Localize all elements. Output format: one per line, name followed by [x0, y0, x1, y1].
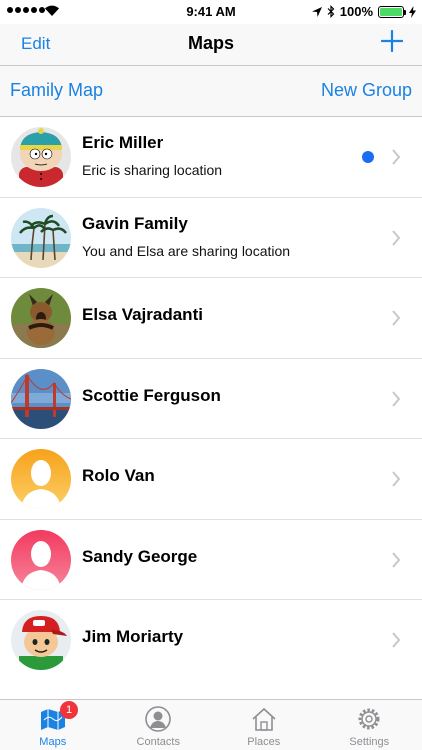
tab-label: Settings [349, 736, 390, 748]
contact-row[interactable]: Sandy George [0, 520, 422, 600]
page-title: Maps [187, 33, 234, 53]
chevron-right-icon [392, 632, 401, 648]
chevron-right-icon [392, 229, 401, 246]
bluetooth-icon [327, 5, 335, 18]
tab-label: Maps [39, 736, 67, 748]
contact-row[interactable]: Scottie Ferguson [0, 359, 422, 439]
tab-contacts[interactable]: Contacts [106, 700, 212, 750]
chevron-right-icon [392, 471, 401, 487]
family-map-button[interactable]: Family Map [10, 80, 103, 101]
tab-settings[interactable]: Settings [317, 700, 422, 750]
contact-name: Rolo Van [82, 466, 155, 485]
add-plus-icon[interactable] [381, 30, 403, 52]
cartoon-avatar [11, 127, 71, 187]
contact-status: Eric is sharing location [82, 162, 223, 178]
navigation-bar: Edit Maps [0, 24, 422, 66]
placeholder-avatar-pink [11, 529, 71, 590]
chevron-right-icon [392, 310, 401, 326]
contact-row[interactable]: Elsa Vajradanti [0, 278, 422, 359]
group-bar: Family Map New Group [0, 66, 422, 117]
tab-label: Contacts [136, 736, 180, 748]
contact-row[interactable]: Gavin Family You and Elsa are sharing lo… [0, 198, 422, 278]
dog-avatar [11, 288, 71, 348]
tab-bar: 1 Maps Contacts Places Settings [0, 699, 422, 750]
location-arrow-icon [311, 6, 322, 17]
contact-row[interactable]: Rolo Van [0, 439, 422, 520]
contact-name: Gavin Family [82, 213, 188, 233]
toy-figure-avatar [11, 610, 71, 670]
contact-name: Scottie Ferguson [82, 385, 221, 405]
tab-maps[interactable]: 1 Maps [0, 700, 106, 750]
contact-row[interactable]: Eric Miller Eric is sharing location [0, 117, 422, 198]
tab-places[interactable]: Places [211, 700, 317, 750]
chevron-right-icon [392, 551, 401, 568]
contact-status: You and Elsa are sharing location [82, 242, 291, 259]
contact-name: Elsa Vajradanti [82, 305, 203, 324]
settings-gear-icon [358, 708, 380, 730]
notification-badge: 1 [60, 701, 78, 719]
palm-tree-avatar [11, 207, 71, 268]
charging-bolt-icon [409, 5, 416, 18]
placeholder-avatar-orange [11, 449, 71, 509]
bridge-avatar [11, 368, 71, 429]
status-bar: 9:41 AM 100% [0, 0, 422, 24]
battery-icon [378, 5, 406, 18]
contact-list: Eric Miller Eric is sharing location Gav… [0, 117, 422, 681]
new-group-button[interactable]: New Group [321, 80, 412, 101]
unread-indicator [362, 151, 374, 163]
contact-name: Jim Moriarty [82, 627, 184, 646]
chevron-right-icon [392, 149, 401, 165]
battery-percent: 100% [339, 4, 373, 19]
contacts-icon [145, 706, 172, 732]
contact-name: Sandy George [82, 546, 198, 566]
contact-name: Eric Miller [82, 133, 164, 152]
chevron-right-icon [392, 390, 401, 407]
tab-label: Places [247, 736, 281, 748]
home-icon [252, 707, 276, 731]
contact-row[interactable]: Jim Moriarty [0, 600, 422, 681]
